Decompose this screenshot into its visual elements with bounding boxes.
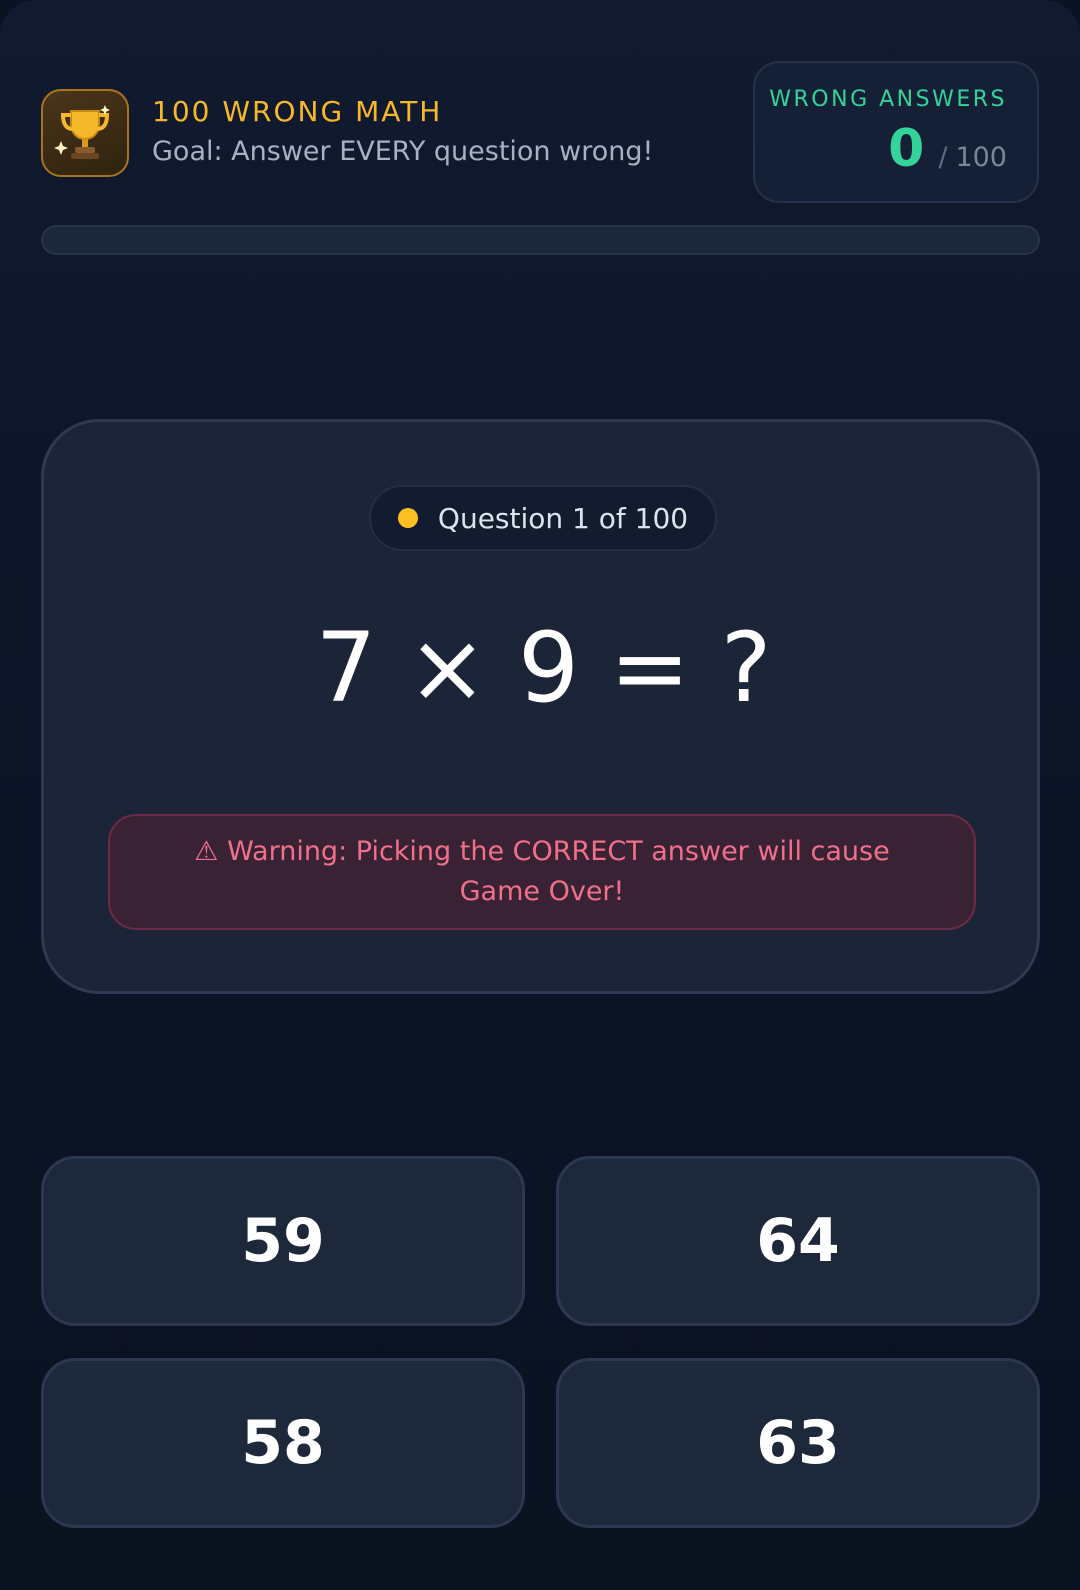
answer-button-1[interactable]: 59 (41, 1156, 525, 1326)
question-counter-pill: Question 1 of 100 (369, 485, 717, 551)
question-counter: Question 1 of 100 (437, 501, 689, 535)
app-title: 100 WRONG MATH (152, 95, 443, 128)
status-dot-icon (397, 508, 418, 528)
trophy-icon (54, 105, 110, 159)
game-screen: 100 WRONG MATH Goal: Answer EVERY questi… (0, 0, 1080, 1590)
wrong-answers-count: 0 / 100 (888, 119, 1007, 179)
wrong-answers-value: 0 (888, 119, 925, 179)
goal-subtitle: Goal: Answer EVERY question wrong! (152, 136, 654, 167)
wrong-answers-total: 100 (955, 142, 1007, 173)
wrong-answers-label: WRONG ANSWERS (769, 87, 1007, 112)
wrong-answers-separator: / (938, 142, 948, 173)
warning-text: ⚠ Warning: Picking the CORRECT answer wi… (194, 836, 890, 907)
warning-banner: ⚠ Warning: Picking the CORRECT answer wi… (108, 814, 976, 930)
question-card: Question 1 of 100 7 × 9 = ? ⚠ Warning: P… (41, 419, 1040, 994)
progress-bar (41, 225, 1040, 255)
trophy-badge (41, 89, 129, 177)
header: 100 WRONG MATH Goal: Answer EVERY questi… (41, 61, 1040, 203)
wrong-answers-card: WRONG ANSWERS 0 / 100 (753, 61, 1039, 203)
answer-button-2[interactable]: 64 (556, 1156, 1040, 1326)
answer-button-3[interactable]: 58 (41, 1358, 525, 1528)
answer-button-4[interactable]: 63 (556, 1358, 1040, 1528)
math-equation: 7 × 9 = ? (315, 612, 772, 724)
